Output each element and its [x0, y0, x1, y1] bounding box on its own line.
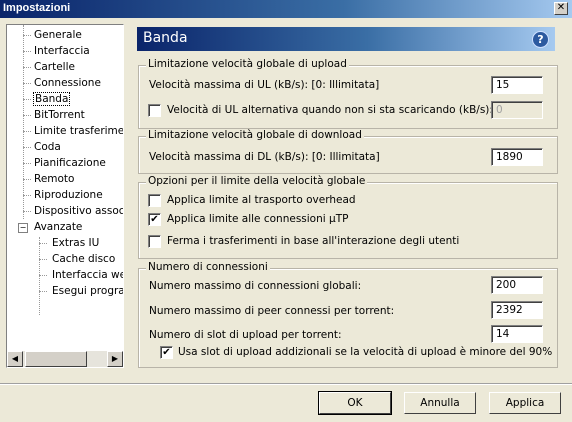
tree-item-connessione[interactable]: Connessione: [33, 76, 102, 91]
tree-item-bittorrent[interactable]: BitTorrent: [33, 108, 86, 123]
stop-transfers-label: Ferma i trasferimenti in base all'intera…: [167, 235, 460, 247]
download-legend: Limitazione velocità globale di download: [146, 129, 364, 141]
help-icon[interactable]: ?: [532, 31, 549, 48]
alt-ul-input[interactable]: 0: [491, 101, 543, 119]
options-legend: Opzioni per il limite della velocità glo…: [146, 175, 368, 187]
tree-item-cache-disco[interactable]: Cache disco: [51, 252, 116, 267]
overhead-checkbox[interactable]: [148, 194, 161, 207]
connections-legend: Numero di connessioni: [146, 261, 270, 273]
apply-button[interactable]: Applica: [489, 392, 561, 414]
window-title: Impostazioni: [3, 2, 71, 14]
tree-item-esegui-programma[interactable]: Esegui programma: [51, 284, 123, 299]
upload-limit-group: Limitazione velocità globale di upload: [138, 58, 558, 129]
tree-item-remoto[interactable]: Remoto: [33, 172, 75, 187]
extra-slots-checkbox[interactable]: ✔: [160, 346, 173, 359]
bottom-separator: [0, 383, 572, 385]
tree-item-cartelle[interactable]: Cartelle: [33, 60, 76, 75]
upload-slots-label: Numero di slot di upload per torrent:: [149, 329, 342, 341]
alt-ul-checkbox[interactable]: [148, 104, 161, 117]
tree-item-pianificazione[interactable]: Pianificazione: [33, 156, 107, 171]
alt-ul-label: Velocità di UL alternativa quando non si…: [167, 104, 493, 116]
section-title: Banda: [143, 30, 188, 46]
dl-max-input[interactable]: 1890: [491, 148, 543, 166]
peers-label: Numero massimo di peer connessi per torr…: [149, 305, 395, 317]
ok-button[interactable]: OK: [318, 391, 392, 415]
stop-transfers-checkbox[interactable]: [148, 235, 161, 248]
window-title-bar: Impostazioni ✕: [0, 0, 572, 18]
utp-label: Applica limite alle connessioni µTP: [167, 213, 349, 225]
tree-item-avanzate[interactable]: Avanzate: [33, 220, 83, 235]
dl-max-label: Velocità massima di DL (kB/s): [0: Illim…: [149, 151, 380, 163]
ul-max-label: Velocità massima di UL (kB/s): [0: Illim…: [149, 79, 380, 91]
upload-legend: Limitazione velocità globale di upload: [146, 58, 349, 70]
global-connections-label: Numero massimo di connessioni globali:: [149, 280, 362, 292]
collapse-icon[interactable]: −: [18, 223, 28, 233]
extra-slots-label: Usa slot di upload addizionali se la vel…: [178, 346, 553, 358]
tree-horizontal-scrollbar[interactable]: ◀ ▶: [7, 351, 123, 367]
tree-item-limite-trasferimenti[interactable]: Limite trasferimenti: [33, 124, 123, 139]
tree-item-dispositivo-associato[interactable]: Dispositivo associato: [33, 204, 123, 219]
settings-tree[interactable]: Generale Interfaccia Cartelle Connession…: [6, 24, 124, 368]
tree-item-coda[interactable]: Coda: [33, 140, 62, 155]
tree-item-interfaccia-web[interactable]: Interfaccia web: [51, 268, 123, 283]
tree-item-extras-iu[interactable]: Extras IU: [51, 236, 100, 251]
scrollbar-thumb[interactable]: [25, 351, 87, 367]
cancel-button[interactable]: Annulla: [404, 392, 476, 414]
tree-item-riproduzione[interactable]: Riproduzione: [33, 188, 104, 203]
tree-item-banda[interactable]: Banda: [33, 92, 71, 107]
scroll-right-icon[interactable]: ▶: [107, 351, 123, 367]
tree-item-interfaccia[interactable]: Interfaccia: [33, 44, 91, 59]
tree-item-generale[interactable]: Generale: [33, 28, 83, 43]
section-header: Banda ?: [137, 27, 555, 51]
peers-input[interactable]: 2392: [491, 301, 543, 319]
scroll-left-icon[interactable]: ◀: [7, 351, 23, 367]
utp-checkbox[interactable]: ✔: [148, 213, 161, 226]
global-connections-input[interactable]: 200: [491, 276, 543, 294]
ul-max-input[interactable]: 15: [491, 76, 543, 94]
close-icon[interactable]: ✕: [554, 2, 568, 15]
overhead-label: Applica limite al trasporto overhead: [167, 194, 356, 206]
upload-slots-input[interactable]: 14: [491, 325, 543, 343]
